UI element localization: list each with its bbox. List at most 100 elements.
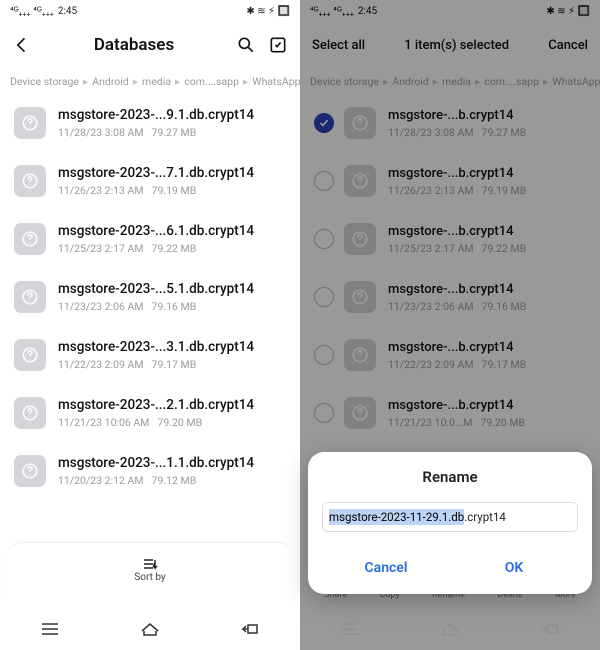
file-icon xyxy=(344,107,376,139)
file-browser-pane: ⁴ᴳ₊₊₊ ⁴ᴳ₊₊₊ 2:45 ✱ ≋ ⚡︎ 🔲 Databases Devi… xyxy=(0,0,300,650)
file-item[interactable]: msgstore-...b.crypt14 11/21/23 10:0...M 79… xyxy=(300,384,600,442)
file-size: 79.17 MB xyxy=(482,358,527,371)
dialog-cancel-button[interactable]: Cancel xyxy=(322,550,450,586)
file-size: 79.12 MB xyxy=(152,474,197,487)
file-date: 11/21/23 10:0...M xyxy=(388,416,472,429)
file-date: 11/26/23 2:13 AM xyxy=(388,184,474,197)
file-item[interactable]: msgstore-...b.crypt14 11/25/23 2:17 AM 79.… xyxy=(300,210,600,268)
file-size: 79.22 MB xyxy=(152,242,197,255)
selection-header: Select all 1 item(s) selected Cancel xyxy=(300,22,600,68)
file-item[interactable]: msgstore-2023-...3.1.db.crypt14 11/22/23 … xyxy=(0,326,300,384)
file-item[interactable]: msgstore-...b.crypt14 11/22/23 2:09 AM 79.… xyxy=(300,326,600,384)
file-date: 11/26/23 2:13 AM xyxy=(58,184,144,197)
selection-pane: ⁴ᴳ₊₊₊ ⁴ᴳ₊₊₊ 2:45 ✱ ≋ ⚡︎ 🔲 Select all 1 i… xyxy=(300,0,600,650)
checkbox-unchecked[interactable] xyxy=(314,345,334,365)
clock: 2:45 xyxy=(58,6,77,17)
file-item[interactable]: msgstore-2023-...5.1.db.crypt14 11/23/23 … xyxy=(0,268,300,326)
home-icon[interactable] xyxy=(138,621,162,637)
file-size: 79.27 MB xyxy=(152,126,197,139)
rename-input[interactable]: msgstore-2023-11-29.1.db.crypt14 xyxy=(322,502,578,532)
checkbox-unchecked[interactable] xyxy=(314,229,334,249)
file-item[interactable]: msgstore-...b.crypt14 11/23/23 2:06 AM 79.… xyxy=(300,268,600,326)
file-size: 79.19 MB xyxy=(152,184,197,197)
file-name: msgstore-...b.crypt14 xyxy=(388,224,526,239)
selection-count: 1 item(s) selected xyxy=(373,38,540,53)
page-title: Databases xyxy=(42,35,226,55)
file-date: 11/23/23 2:06 AM xyxy=(388,300,474,313)
file-size: 79.22 MB xyxy=(482,242,527,255)
file-size: 79.16 MB xyxy=(152,300,197,313)
file-name: msgstore-...b.crypt14 xyxy=(388,108,526,123)
search-icon[interactable] xyxy=(234,33,258,57)
file-name: msgstore-2023-...7.1.db.crypt14 xyxy=(58,165,254,181)
breadcrumb[interactable]: Device storage▸ Android▸ media▸ com....s… xyxy=(300,68,600,94)
file-name: msgstore-2023-...1.1.db.crypt14 xyxy=(58,455,254,471)
file-icon xyxy=(344,397,376,429)
rename-dialog: Rename msgstore-2023-11-29.1.db.crypt14 … xyxy=(308,452,592,594)
file-icon xyxy=(344,339,376,371)
file-size: 79.16 MB xyxy=(482,300,527,313)
file-icon xyxy=(14,397,46,429)
file-date: 11/22/23 2:09 AM xyxy=(58,358,144,371)
home-icon[interactable] xyxy=(438,621,462,637)
file-size: 79.27 MB xyxy=(482,126,527,139)
system-nav xyxy=(0,608,300,650)
file-name: msgstore-2023-...6.1.db.crypt14 xyxy=(58,223,254,239)
back-nav-icon[interactable] xyxy=(239,622,261,636)
file-name: msgstore-...b.crypt14 xyxy=(388,282,526,297)
sort-by-button[interactable]: Sort by xyxy=(8,542,292,598)
back-icon[interactable] xyxy=(10,33,34,57)
file-date: 11/21/23 10:06 AM xyxy=(58,416,149,429)
breadcrumb[interactable]: Device storage▸ Android▸ media▸ com....s… xyxy=(0,68,300,94)
signal-icon: ⁴ᴳ₊₊₊ ⁴ᴳ₊₊₊ xyxy=(10,6,54,17)
file-icon xyxy=(14,165,46,197)
dialog-title: Rename xyxy=(322,468,578,486)
file-icon xyxy=(344,165,376,197)
file-icon xyxy=(344,223,376,255)
file-item[interactable]: msgstore-2023-...6.1.db.crypt14 11/25/23 … xyxy=(0,210,300,268)
cancel-button[interactable]: Cancel xyxy=(548,38,588,53)
file-item[interactable]: msgstore-2023-...2.1.db.crypt14 11/21/23 … xyxy=(0,384,300,442)
sort-by-label: Sort by xyxy=(134,572,165,583)
file-item[interactable]: msgstore-...b.crypt14 11/26/23 2:13 AM 79.… xyxy=(300,152,600,210)
file-name: msgstore-2023-...9.1.db.crypt14 xyxy=(58,107,254,123)
file-icon xyxy=(14,455,46,487)
file-date: 11/23/23 2:06 AM xyxy=(58,300,144,313)
file-date: 11/25/23 2:17 AM xyxy=(388,242,474,255)
file-item[interactable]: msgstore-2023-...7.1.db.crypt14 11/26/23 … xyxy=(0,152,300,210)
edit-icon[interactable] xyxy=(266,33,290,57)
file-icon xyxy=(14,339,46,371)
file-size: 79.19 MB xyxy=(482,184,527,197)
select-all-button[interactable]: Select all xyxy=(312,38,365,53)
file-date: 11/22/23 2:09 AM xyxy=(388,358,474,371)
file-size: 79.20 MB xyxy=(157,416,202,429)
file-name: msgstore-2023-...3.1.db.crypt14 xyxy=(58,339,254,355)
file-size: 79.17 MB xyxy=(152,358,197,371)
status-bar: ⁴ᴳ₊₊₊ ⁴ᴳ₊₊₊ 2:45 ✱ ≋ ⚡︎ 🔲 xyxy=(0,0,300,22)
system-nav xyxy=(300,608,600,650)
menu-icon[interactable] xyxy=(339,622,361,636)
dialog-ok-button[interactable]: OK xyxy=(450,550,578,586)
file-icon xyxy=(344,281,376,313)
file-name: msgstore-...b.crypt14 xyxy=(388,398,525,413)
file-name: msgstore-2023-...5.1.db.crypt14 xyxy=(58,281,254,297)
status-bar: ⁴ᴳ₊₊₊ ⁴ᴳ₊₊₊ 2:45 ✱ ≋ ⚡︎ 🔲 xyxy=(300,0,600,22)
checkbox-unchecked[interactable] xyxy=(314,403,334,423)
file-item[interactable]: msgstore-2023-...9.1.db.crypt1411/28/23 … xyxy=(0,94,300,152)
header: Databases xyxy=(0,22,300,68)
file-date: 11/25/23 2:17 AM xyxy=(58,242,144,255)
file-size: 79.20 MB xyxy=(480,416,525,429)
file-name: msgstore-...b.crypt14 xyxy=(388,340,526,355)
file-name: msgstore-2023-...2.1.db.crypt14 xyxy=(58,397,254,413)
file-name: msgstore-...b.crypt14 xyxy=(388,166,526,181)
file-item[interactable]: msgstore-2023-...1.1.db.crypt1411/20/23 … xyxy=(0,442,300,500)
menu-icon[interactable] xyxy=(39,622,61,636)
back-nav-icon[interactable] xyxy=(539,622,561,636)
file-item[interactable]: msgstore-...b.crypt1411/28/23 3:08 AM79.… xyxy=(300,94,600,152)
checkbox-unchecked[interactable] xyxy=(314,171,334,191)
status-icons: ✱ ≋ ⚡︎ 🔲 xyxy=(246,6,290,17)
checkbox-checked[interactable] xyxy=(314,113,334,133)
checkbox-unchecked[interactable] xyxy=(314,287,334,307)
file-icon xyxy=(14,223,46,255)
file-icon xyxy=(14,107,46,139)
